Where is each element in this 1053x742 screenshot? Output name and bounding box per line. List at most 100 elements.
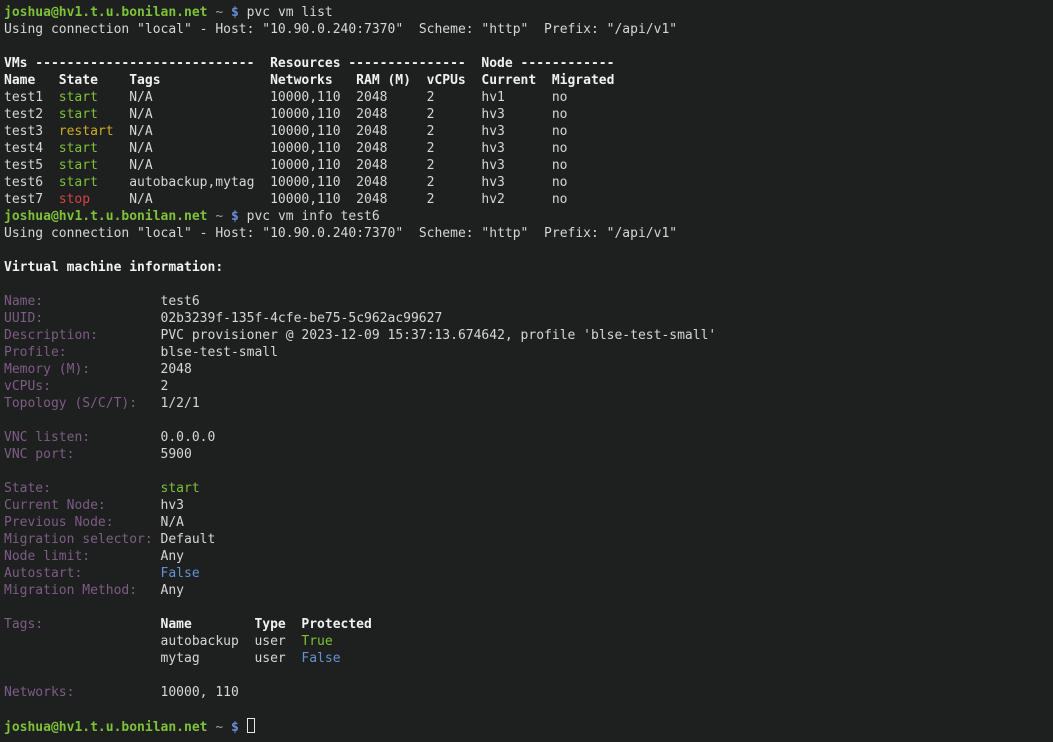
info-label: UUID:	[4, 310, 161, 327]
vm-state: start	[59, 174, 129, 191]
info-label: Migration selector:	[4, 531, 161, 548]
connection-info-line: Using connection "local" - Host: "10.90.…	[4, 21, 1053, 38]
info-label: VNC listen:	[4, 429, 161, 446]
column-header: Tags	[129, 72, 270, 89]
vm-row: test5startN/A10000,11020482hv3no	[4, 157, 1053, 174]
info-line: Migration Method:Any	[4, 582, 1053, 599]
info-value: Any	[161, 549, 184, 564]
command-text: pvc vm info test6	[247, 209, 380, 224]
vm-migrated: no	[552, 175, 568, 190]
vm-vcpus: 2	[427, 174, 482, 191]
info-line: UUID:02b3239f-135f-4cfe-be75-5c962ac9962…	[4, 310, 1053, 327]
tag-protected: True	[301, 634, 332, 649]
vm-state: start	[59, 157, 129, 174]
vm-row: test2startN/A10000,11020482hv3no	[4, 106, 1053, 123]
blank-line	[4, 599, 1053, 616]
vm-ram: 2048	[356, 191, 426, 208]
vm-name: test3	[4, 123, 59, 140]
prompt-cwd: ~	[215, 5, 223, 20]
info-line: Memory (M):2048	[4, 361, 1053, 378]
info-value: blse-test-small	[161, 345, 278, 360]
info-value: 5900	[161, 447, 192, 462]
connection-info-line: Using connection "local" - Host: "10.90.…	[4, 225, 1053, 242]
vm-vcpus: 2	[427, 191, 482, 208]
info-line: Node limit:Any	[4, 548, 1053, 565]
vm-vcpus: 2	[427, 123, 482, 140]
section-header-resources: Resources ---------------	[270, 55, 481, 72]
spacer	[239, 5, 247, 20]
prompt-symbol: $	[231, 209, 239, 224]
info-line: VNC port:5900	[4, 446, 1053, 463]
spacer	[239, 720, 247, 735]
info-value: test6	[161, 294, 200, 309]
prompt-line: joshua@hv1.t.u.bonilan.net ~ $	[4, 718, 1053, 735]
info-line: Previous Node:N/A	[4, 514, 1053, 531]
vm-vcpus: 2	[427, 89, 482, 106]
terminal-cursor[interactable]	[247, 718, 255, 733]
vm-name: test2	[4, 106, 59, 123]
vm-current-node: hv3	[481, 140, 551, 157]
info-line: vCPUs:2	[4, 378, 1053, 395]
info-label: Topology (S/C/T):	[4, 395, 161, 412]
connection-info-text: Using connection "local" - Host: "10.90.…	[4, 22, 677, 37]
column-header: Migrated	[552, 73, 615, 88]
prompt-user-host: joshua@hv1.t.u.bonilan.net	[4, 209, 208, 224]
vm-row: test1startN/A10000,11020482hv1no	[4, 89, 1053, 106]
tag-name: autobackup	[161, 633, 255, 650]
tag-protected: False	[301, 651, 340, 666]
info-label: Networks:	[4, 684, 161, 701]
vm-name: test4	[4, 140, 59, 157]
info-value: hv3	[161, 498, 184, 513]
prompt-symbol: $	[231, 5, 239, 20]
blank-line	[4, 276, 1053, 293]
spacer	[223, 720, 231, 735]
tag-type: user	[254, 650, 301, 667]
vm-networks: 10000,110	[270, 191, 356, 208]
info-label: State:	[4, 480, 161, 497]
info-label: vCPUs:	[4, 378, 161, 395]
info-value: 10000, 110	[161, 685, 239, 700]
info-line: Name:test6	[4, 293, 1053, 310]
vm-state: start	[59, 140, 129, 157]
info-value: PVC provisioner @ 2023-12-09 15:37:13.67…	[161, 328, 717, 343]
column-header: vCPUs	[427, 72, 482, 89]
vm-info-title: Virtual machine information:	[4, 260, 223, 275]
connection-info-text: Using connection "local" - Host: "10.90.…	[4, 226, 677, 241]
vm-row: test4startN/A10000,11020482hv3no	[4, 140, 1053, 157]
vm-name: test6	[4, 174, 59, 191]
info-value: Any	[161, 583, 184, 598]
prompt-line: joshua@hv1.t.u.bonilan.net ~ $ pvc vm li…	[4, 4, 1053, 21]
section-header-node: Node ------------	[481, 56, 614, 71]
section-header-vms: VMs ----------------------------	[4, 55, 270, 72]
info-line: Autostart:False	[4, 565, 1053, 582]
vm-tags: autobackup,mytag	[129, 174, 270, 191]
vm-row: test3restartN/A10000,11020482hv3no	[4, 123, 1053, 140]
column-header: State	[59, 72, 129, 89]
vm-tags: N/A	[129, 191, 270, 208]
blank-line	[4, 412, 1053, 429]
vm-ram: 2048	[356, 89, 426, 106]
info-value: 2	[161, 379, 169, 394]
info-value: False	[161, 566, 200, 581]
tag-type: user	[254, 633, 301, 650]
info-line: Profile:blse-test-small	[4, 344, 1053, 361]
info-value: 02b3239f-135f-4cfe-be75-5c962ac99627	[161, 311, 443, 326]
tags-column-header: Name	[161, 616, 255, 633]
tag-row: mytaguserFalse	[4, 650, 1053, 667]
vm-state: start	[59, 106, 129, 123]
vm-current-node: hv3	[481, 157, 551, 174]
prompt-cwd: ~	[215, 209, 223, 224]
terminal-screen[interactable]: joshua@hv1.t.u.bonilan.net ~ $ pvc vm li…	[0, 0, 1053, 742]
vm-row: test6startautobackup,mytag10000,11020482…	[4, 174, 1053, 191]
vm-name: test7	[4, 191, 59, 208]
vm-state: stop	[59, 191, 129, 208]
vm-ram: 2048	[356, 106, 426, 123]
vm-current-node: hv3	[481, 106, 551, 123]
vm-migrated: no	[552, 124, 568, 139]
tag-row: autobackupuserTrue	[4, 633, 1053, 650]
blank-line	[4, 701, 1053, 718]
vm-migrated: no	[552, 90, 568, 105]
prompt-cwd: ~	[215, 720, 223, 735]
blank-line	[4, 463, 1053, 480]
vm-name: test1	[4, 89, 59, 106]
